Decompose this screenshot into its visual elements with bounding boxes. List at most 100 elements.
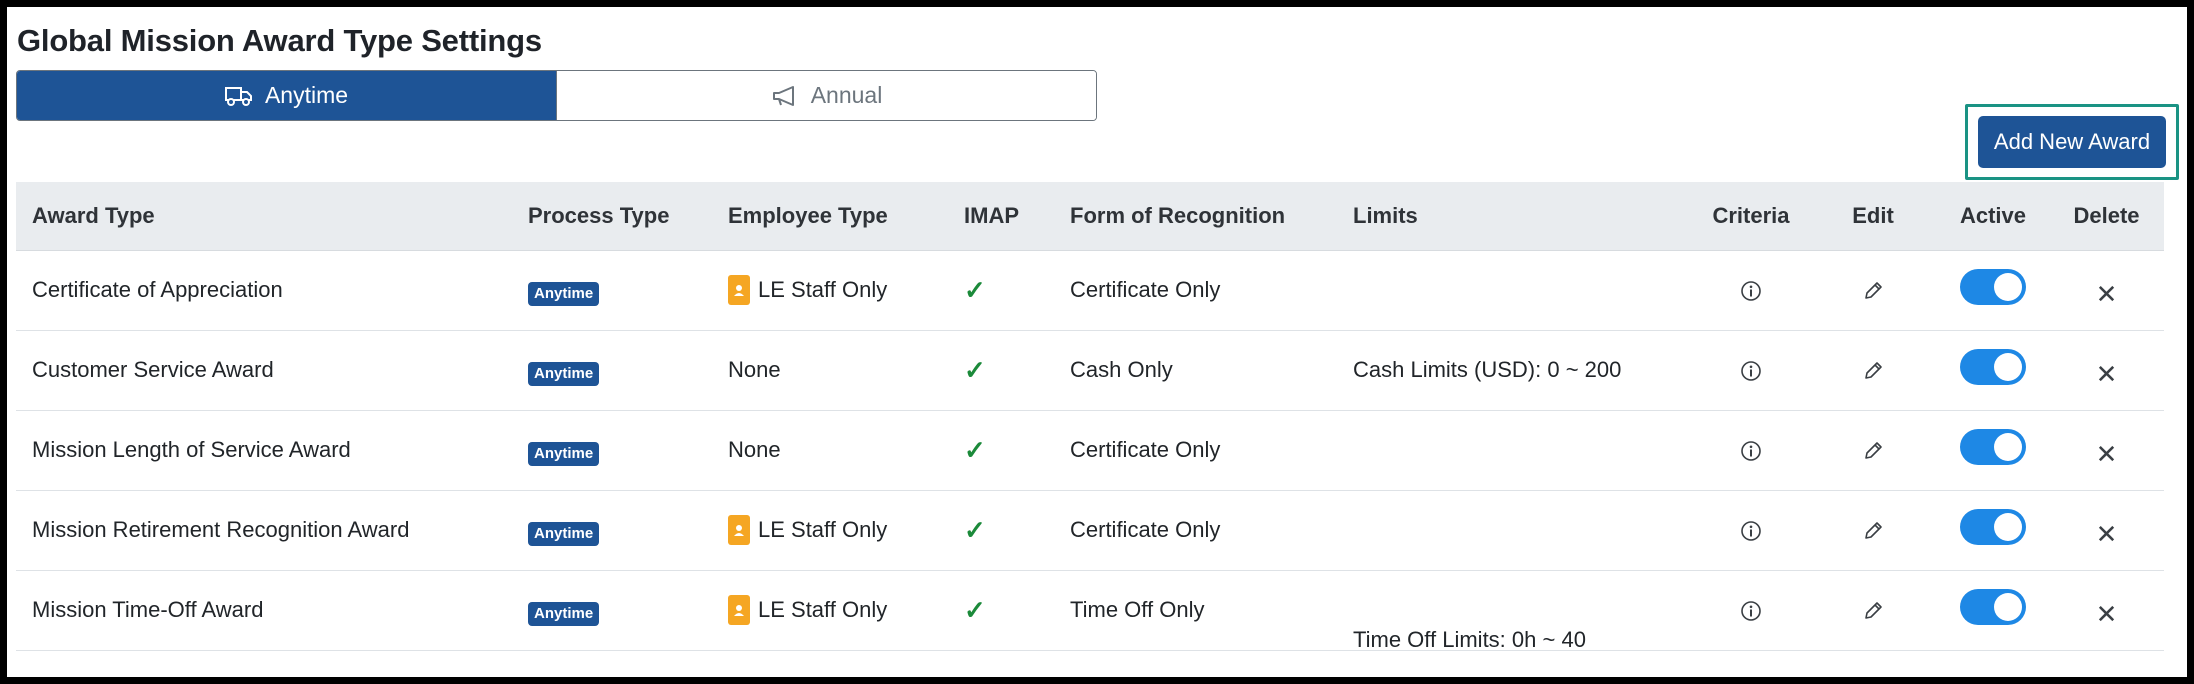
close-icon[interactable]: ✕: [2096, 439, 2118, 470]
header-award-type: Award Type: [16, 182, 512, 251]
delete-cell: ✕: [2049, 490, 2164, 571]
imap-cell: ✓: [948, 250, 1054, 331]
criteria-cell: [1693, 410, 1809, 491]
delete-cell: ✕: [2049, 570, 2164, 651]
tab-anytime[interactable]: Anytime: [17, 71, 556, 120]
close-icon[interactable]: ✕: [2096, 359, 2118, 390]
form-cell: Certificate Only: [1054, 250, 1337, 331]
imap-cell: ✓: [948, 410, 1054, 491]
close-icon[interactable]: ✕: [2096, 519, 2118, 550]
truck-icon: [224, 85, 253, 107]
imap-cell: ✓: [948, 570, 1054, 651]
edit-cell: [1809, 330, 1937, 411]
info-icon[interactable]: [1740, 280, 1762, 308]
table-row: Customer Service Award Anytime None ✓ Ca…: [16, 330, 2164, 411]
info-icon[interactable]: [1740, 440, 1762, 468]
form-cell: Certificate Only: [1054, 410, 1337, 491]
employee-type-cell: None: [712, 330, 948, 411]
pencil-icon[interactable]: [1862, 520, 1884, 548]
limits-cell: [1337, 410, 1693, 491]
table-header-row: Award Type Process Type Employee Type IM…: [16, 182, 2164, 251]
close-icon[interactable]: ✕: [2096, 279, 2118, 310]
header-process-type: Process Type: [512, 182, 712, 251]
process-type-cell: Anytime: [512, 410, 712, 491]
settings-page: Global Mission Award Type Settings Anyti…: [7, 7, 2187, 677]
active-toggle[interactable]: [1960, 509, 2026, 545]
imap-cell: ✓: [948, 490, 1054, 571]
award-type-cell: Mission Time-Off Award: [16, 570, 512, 651]
info-icon[interactable]: [1740, 360, 1762, 388]
pencil-icon[interactable]: [1862, 280, 1884, 308]
employee-type-label: LE Staff Only: [758, 276, 888, 302]
active-toggle[interactable]: [1960, 269, 2026, 305]
criteria-cell: [1693, 250, 1809, 331]
limits-text: Time Off Limits: 0h ~ 40: [1353, 627, 1586, 652]
header-limits: Limits: [1337, 182, 1693, 251]
tab-annual[interactable]: Annual: [556, 71, 1096, 120]
header-criteria: Criteria: [1693, 182, 1809, 251]
table-row: Mission Retirement Recognition Award Any…: [16, 490, 2164, 571]
info-icon[interactable]: [1740, 600, 1762, 628]
employee-type-cell: LE Staff Only: [712, 570, 948, 651]
header-imap: IMAP: [948, 182, 1054, 251]
award-type-cell: Mission Retirement Recognition Award: [16, 490, 512, 571]
info-icon[interactable]: [1740, 520, 1762, 548]
award-tabs: Anytime Annual: [16, 70, 1097, 121]
edit-cell: [1809, 490, 1937, 571]
add-new-award-button[interactable]: Add New Award: [1978, 116, 2166, 168]
table-row: Mission Length of Service Award Anytime …: [16, 410, 2164, 491]
active-toggle[interactable]: [1960, 429, 2026, 465]
active-cell: [1937, 570, 2049, 651]
process-type-cell: Anytime: [512, 330, 712, 411]
pencil-icon[interactable]: [1862, 360, 1884, 388]
employee-type-cell: None: [712, 410, 948, 491]
active-cell: [1937, 330, 2049, 411]
table-row: Certificate of Appreciation Anytime LE S…: [16, 250, 2164, 331]
award-type-cell: Mission Length of Service Award: [16, 410, 512, 491]
close-icon[interactable]: ✕: [2096, 599, 2118, 630]
active-cell: [1937, 410, 2049, 491]
header-employee-type: Employee Type: [712, 182, 948, 251]
process-type-badge: Anytime: [528, 442, 600, 466]
check-icon: ✓: [964, 274, 986, 305]
check-icon: ✓: [964, 354, 986, 385]
criteria-cell: [1693, 330, 1809, 411]
criteria-cell: [1693, 570, 1809, 651]
pencil-icon[interactable]: [1862, 600, 1884, 628]
add-award-highlight: Add New Award: [1965, 104, 2179, 180]
process-type-cell: Anytime: [512, 250, 712, 331]
employee-type-label: LE Staff Only: [758, 516, 888, 542]
id-badge-icon: [728, 274, 750, 305]
header-edit: Edit: [1809, 182, 1937, 251]
edit-cell: [1809, 250, 1937, 331]
header-delete: Delete: [2049, 182, 2164, 251]
tab-anytime-label: Anytime: [264, 82, 349, 108]
active-toggle[interactable]: [1960, 349, 2026, 385]
pencil-icon[interactable]: [1862, 440, 1884, 468]
limits-cell: Time Off Limits: 0h ~ 40: [1337, 570, 1693, 652]
award-type-cell: Certificate of Appreciation: [16, 250, 512, 331]
check-icon: ✓: [964, 594, 986, 625]
id-badge-icon: [728, 594, 750, 625]
check-icon: ✓: [964, 434, 986, 465]
delete-cell: ✕: [2049, 250, 2164, 331]
edit-cell: [1809, 570, 1937, 651]
employee-type-label: LE Staff Only: [758, 596, 888, 622]
delete-cell: ✕: [2049, 330, 2164, 411]
process-type-badge: Anytime: [528, 522, 600, 546]
form-cell: Cash Only: [1054, 330, 1337, 411]
active-toggle[interactable]: [1960, 589, 2026, 625]
form-cell: Time Off Only: [1054, 570, 1337, 651]
criteria-cell: [1693, 490, 1809, 571]
tab-annual-label: Annual: [810, 82, 883, 108]
header-form: Form of Recognition: [1054, 182, 1337, 251]
limits-cell: Cash Limits (USD): 0 ~ 200: [1337, 330, 1693, 411]
process-type-badge: Anytime: [528, 602, 600, 626]
process-type-badge: Anytime: [528, 362, 600, 386]
limits-cell: [1337, 490, 1693, 571]
active-cell: [1937, 490, 2049, 571]
process-type-cell: Anytime: [512, 570, 712, 651]
employee-type-cell: LE Staff Only: [712, 490, 948, 571]
edit-cell: [1809, 410, 1937, 491]
megaphone-icon: [771, 85, 799, 107]
